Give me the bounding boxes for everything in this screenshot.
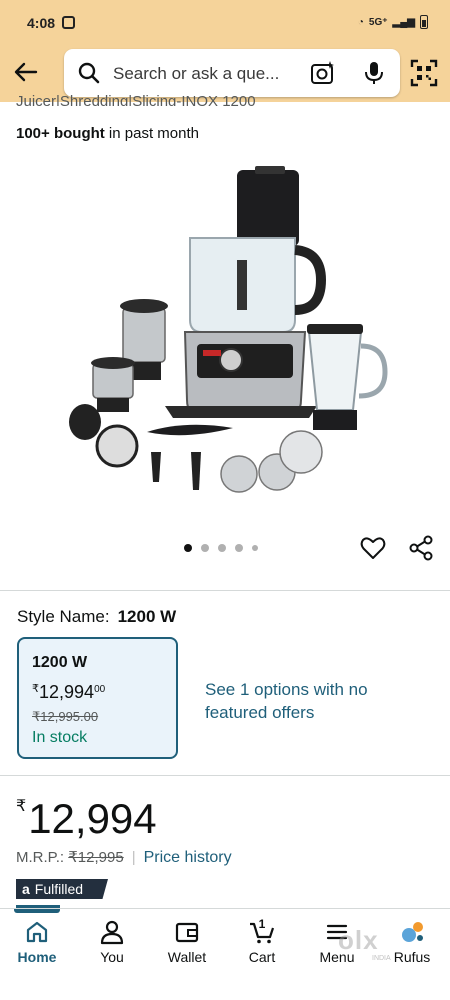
nav-you-label: You xyxy=(100,949,124,965)
separator: | xyxy=(131,849,136,866)
divider xyxy=(0,590,450,591)
nav-wallet-label: Wallet xyxy=(167,949,207,965)
nav-home[interactable]: Home xyxy=(2,919,72,965)
battery-icon xyxy=(420,15,428,29)
bought-count: 100+ bought in past month xyxy=(16,125,199,142)
product-title[interactable]: Juicer|Shredding|Slicing-INOX 1200 xyxy=(16,92,256,106)
back-arrow-icon[interactable] xyxy=(12,58,40,86)
divider xyxy=(0,775,450,776)
camera-icon[interactable] xyxy=(310,60,336,86)
style-name: Style Name: 1200 W xyxy=(17,607,176,627)
status-time: 4:08 xyxy=(27,15,56,31)
bottom-nav: Home You Wallet 1 Cart Menu Rufus xyxy=(0,908,450,1000)
variant-mrp: ₹12,995.00 xyxy=(32,709,99,724)
network-label: 5G⁺ xyxy=(368,16,388,28)
nav-active-indicator xyxy=(14,909,60,913)
fulfilled-text: Fulfilled xyxy=(34,881,84,897)
olx-watermark-sub: INDIA xyxy=(372,955,391,962)
rufus-icon xyxy=(402,922,423,942)
mrp-label: M.R.P.: xyxy=(16,849,65,866)
amazon-logo-icon: a xyxy=(22,881,30,897)
wallet-icon xyxy=(175,922,199,943)
home-icon xyxy=(26,921,48,943)
heart-icon[interactable] xyxy=(360,535,386,561)
carousel-dot[interactable] xyxy=(201,544,209,552)
carousel-dot[interactable] xyxy=(184,544,192,552)
nav-cart[interactable]: 1 Cart xyxy=(227,917,297,965)
search-input[interactable]: Search or ask a que... xyxy=(64,49,400,97)
olx-watermark-logo: olx xyxy=(338,925,379,955)
style-name-value: 1200 W xyxy=(117,607,177,626)
carousel-dot[interactable] xyxy=(218,544,226,552)
person-icon xyxy=(100,920,124,945)
price-history-link[interactable]: Price history xyxy=(144,849,232,866)
product-image[interactable] xyxy=(55,160,395,500)
microphone-icon[interactable] xyxy=(362,60,386,86)
status-bar: 4:08 ◔ 5G⁺ ▂▄▆ xyxy=(0,0,450,46)
fulfilled-badge: a Fulfilled xyxy=(16,879,108,899)
qr-scan-icon[interactable] xyxy=(410,59,438,87)
variant-stock-status: In stock xyxy=(32,729,88,746)
notification-app-icon xyxy=(62,16,75,29)
wifi-icon: ◔ xyxy=(357,16,364,28)
nav-home-label: Home xyxy=(17,949,57,965)
nav-wallet[interactable]: Wallet xyxy=(152,919,222,965)
variant-price: ₹12,99400 xyxy=(32,682,106,702)
carousel-dots xyxy=(184,544,258,552)
signal-icon: ▂▄▆ xyxy=(392,16,415,28)
status-indicators: ◔ 5G⁺ ▂▄▆ xyxy=(358,15,428,29)
search-placeholder: Search or ask a que... xyxy=(113,64,280,83)
carousel-dot[interactable] xyxy=(252,545,258,551)
variant-title: 1200 W xyxy=(32,654,88,671)
see-options-link[interactable]: See 1 options with no featured offers xyxy=(205,678,405,724)
main-price: ₹12,994 xyxy=(16,795,157,842)
nav-cart-label: Cart xyxy=(248,949,276,965)
nav-you[interactable]: You xyxy=(77,919,147,965)
mrp-line: M.R.P.: ₹12,995 | Price history xyxy=(16,848,232,867)
variant-card-selected[interactable]: 1200 W ₹12,99400 ₹12,995.00 In stock xyxy=(17,637,178,759)
style-name-label: Style Name: xyxy=(17,607,110,626)
search-icon xyxy=(78,62,100,84)
carousel-dot[interactable] xyxy=(235,544,243,552)
mrp-value: ₹12,995 xyxy=(68,849,124,866)
cart-count: 1 xyxy=(258,917,266,931)
share-icon[interactable] xyxy=(408,535,434,561)
